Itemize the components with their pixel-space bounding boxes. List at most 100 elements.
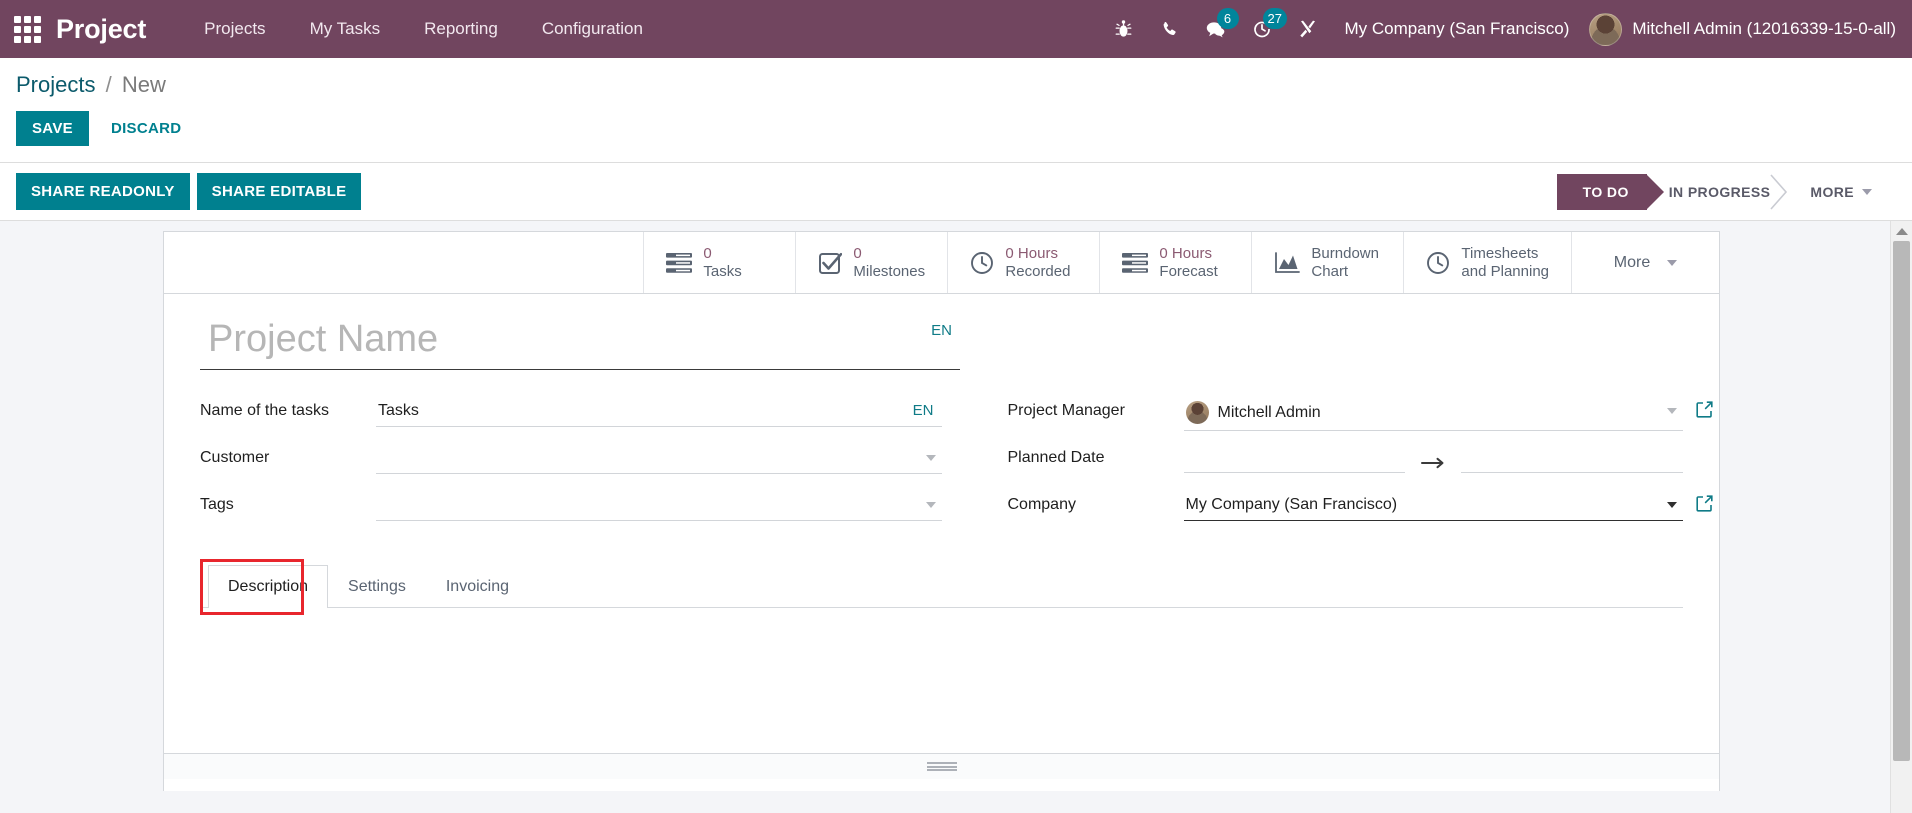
smart-button-milestones-label: Milestones bbox=[853, 262, 926, 280]
share-editable-button[interactable]: SHARE EDITABLE bbox=[196, 173, 362, 210]
company-label: Company bbox=[1007, 496, 1076, 513]
chevron-down-icon[interactable] bbox=[1667, 408, 1677, 414]
navbar-right-group: 6 27 My Company (San Francisco) Mitchell… bbox=[1101, 0, 1912, 58]
internal-link-icon[interactable] bbox=[1696, 401, 1713, 418]
user-menu[interactable]: Mitchell Admin (12016339-15-0-all) bbox=[1585, 12, 1896, 46]
status-step-in-progress[interactable]: IN PROGRESS bbox=[1647, 173, 1789, 210]
phone-icon[interactable] bbox=[1147, 0, 1193, 58]
task-name-lang-badge[interactable]: EN bbox=[913, 402, 934, 419]
form-columns: Name of the tasks Tasks EN Customer Tags… bbox=[200, 396, 1713, 537]
customer-input[interactable] bbox=[376, 443, 942, 474]
scroll-up-arrow-icon[interactable] bbox=[1891, 221, 1912, 241]
status-step-todo[interactable]: TO DO bbox=[1556, 173, 1664, 210]
field-row-project-manager: Project Manager Mitchell Admin bbox=[1007, 396, 1713, 434]
discard-button[interactable]: DISCARD bbox=[95, 111, 197, 146]
sheet-resize-footer bbox=[164, 753, 1719, 779]
top-navbar: Project Projects My Tasks Reporting Conf… bbox=[0, 0, 1912, 58]
form-body: EN Name of the tasks Tasks EN Customer bbox=[164, 294, 1719, 753]
main-menu: Projects My Tasks Reporting Configuratio… bbox=[182, 1, 665, 57]
status-step-more[interactable]: MORE bbox=[1788, 174, 1890, 210]
scrollbar-thumb[interactable] bbox=[1893, 241, 1910, 761]
smart-button-tasks-value: 0 bbox=[703, 244, 712, 262]
smart-button-timesheets-label-line1: Timesheets bbox=[1461, 244, 1539, 262]
project-manager-avatar bbox=[1185, 401, 1209, 424]
field-row-company: Company My Company (San Francisco) bbox=[1007, 490, 1713, 528]
smart-button-more-label: More bbox=[1613, 253, 1651, 271]
field-row-task-name: Name of the tasks Tasks EN bbox=[200, 396, 942, 434]
company-input[interactable]: My Company (San Francisco) bbox=[1183, 490, 1683, 521]
project-name-field: EN bbox=[200, 316, 960, 370]
vertical-scrollbar[interactable] bbox=[1890, 221, 1912, 813]
area-chart-icon bbox=[1274, 251, 1301, 275]
smart-button-tasks[interactable]: 0 Tasks bbox=[643, 232, 795, 293]
content-area: 0 Tasks 0 Milestones 0 Hours Recorded 0 … bbox=[0, 221, 1912, 813]
share-readonly-button[interactable]: SHARE READONLY bbox=[16, 173, 190, 210]
app-brand-title[interactable]: Project bbox=[56, 14, 146, 45]
list-lines-icon bbox=[1122, 252, 1149, 274]
breadcrumb-projects-link[interactable]: Projects bbox=[16, 72, 95, 97]
menu-item-projects[interactable]: Projects bbox=[182, 1, 287, 57]
save-button[interactable]: SAVE bbox=[16, 111, 89, 146]
project-name-lang-badge[interactable]: EN bbox=[931, 322, 952, 339]
form-column-left: Name of the tasks Tasks EN Customer Tags bbox=[200, 396, 942, 537]
planned-date-end-input[interactable] bbox=[1461, 443, 1683, 473]
messages-count-badge: 6 bbox=[1216, 8, 1239, 29]
menu-item-my-tasks[interactable]: My Tasks bbox=[288, 1, 403, 57]
notebook-tabs: Description Settings Invoicing bbox=[200, 559, 1683, 615]
menu-item-configuration[interactable]: Configuration bbox=[520, 1, 665, 57]
company-switcher[interactable]: My Company (San Francisco) bbox=[1331, 19, 1586, 39]
tools-icon[interactable] bbox=[1285, 0, 1331, 58]
menu-item-reporting[interactable]: Reporting bbox=[402, 1, 520, 57]
smart-button-hours-forecast[interactable]: 0 Hours Forecast bbox=[1099, 232, 1251, 293]
smart-button-hours-recorded[interactable]: 0 Hours Recorded bbox=[947, 232, 1099, 293]
share-and-status-row: SHARE READONLY SHARE EDITABLE TO DO IN P… bbox=[0, 163, 1912, 220]
breadcrumb-separator: / bbox=[105, 72, 112, 97]
tags-input[interactable] bbox=[376, 490, 942, 521]
bug-icon[interactable] bbox=[1101, 0, 1147, 58]
chevron-down-icon[interactable] bbox=[925, 455, 936, 461]
tab-invoicing[interactable]: Invoicing bbox=[426, 565, 529, 608]
activities-count-badge: 27 bbox=[1262, 8, 1287, 29]
task-name-input[interactable]: Tasks bbox=[376, 396, 942, 427]
messages-icon[interactable]: 6 bbox=[1193, 0, 1239, 58]
smart-button-hours-recorded-value: 0 Hours bbox=[1005, 244, 1058, 262]
smart-button-more-dropdown[interactable]: More bbox=[1571, 232, 1719, 293]
status-step-todo-label: TO DO bbox=[1582, 183, 1629, 200]
smart-button-burndown-chart-label-line1: Burndown bbox=[1311, 244, 1379, 262]
field-row-planned-date: Planned Date bbox=[1008, 443, 1683, 481]
activities-clock-icon[interactable]: 27 bbox=[1239, 0, 1287, 58]
project-name-input[interactable] bbox=[200, 316, 960, 370]
field-row-tags: Tags bbox=[200, 490, 942, 528]
chevron-down-icon bbox=[1667, 259, 1678, 266]
internal-link-icon[interactable] bbox=[1696, 495, 1713, 512]
resize-grip-handle[interactable] bbox=[926, 762, 957, 771]
apps-grid-icon[interactable] bbox=[10, 12, 44, 46]
chevron-down-icon[interactable] bbox=[925, 502, 936, 508]
field-row-customer: Customer bbox=[200, 443, 942, 481]
customer-label: Customer bbox=[200, 449, 270, 466]
control-panel: Projects / New SAVE DISCARD bbox=[0, 58, 1912, 163]
tab-panel-description[interactable] bbox=[200, 608, 1683, 753]
smart-button-milestones-value: 0 bbox=[853, 244, 862, 262]
status-bar: TO DO IN PROGRESS MORE bbox=[1556, 173, 1912, 210]
smart-button-burndown-chart[interactable]: Burndown Chart bbox=[1251, 232, 1403, 293]
tab-settings[interactable]: Settings bbox=[328, 565, 426, 608]
smart-button-timesheets-and-planning[interactable]: Timesheets and Planning bbox=[1403, 232, 1571, 293]
smart-button-box: 0 Tasks 0 Milestones 0 Hours Recorded 0 … bbox=[164, 232, 1719, 294]
form-sheet: 0 Tasks 0 Milestones 0 Hours Recorded 0 … bbox=[163, 231, 1720, 791]
form-column-right: Project Manager Mitchell Admin Planned D… bbox=[942, 396, 1713, 537]
project-manager-input[interactable]: Mitchell Admin bbox=[1183, 396, 1683, 431]
smart-button-timesheets-label-line2: and Planning bbox=[1461, 262, 1549, 280]
chevron-down-icon[interactable] bbox=[1667, 502, 1677, 508]
smart-button-hours-forecast-label: Forecast bbox=[1159, 262, 1218, 280]
smart-button-milestones[interactable]: 0 Milestones bbox=[795, 232, 947, 293]
task-name-label: Name of the tasks bbox=[200, 402, 329, 419]
planned-date-start-input[interactable] bbox=[1183, 443, 1406, 473]
tab-description[interactable]: Description bbox=[208, 565, 329, 608]
breadcrumb-current: New bbox=[121, 72, 166, 97]
tags-label: Tags bbox=[200, 496, 234, 513]
project-manager-label: Project Manager bbox=[1007, 402, 1125, 419]
status-step-in-progress-label: IN PROGRESS bbox=[1668, 183, 1771, 200]
status-chevron-icon bbox=[1770, 173, 1788, 210]
smart-button-hours-recorded-label: Recorded bbox=[1005, 262, 1071, 280]
